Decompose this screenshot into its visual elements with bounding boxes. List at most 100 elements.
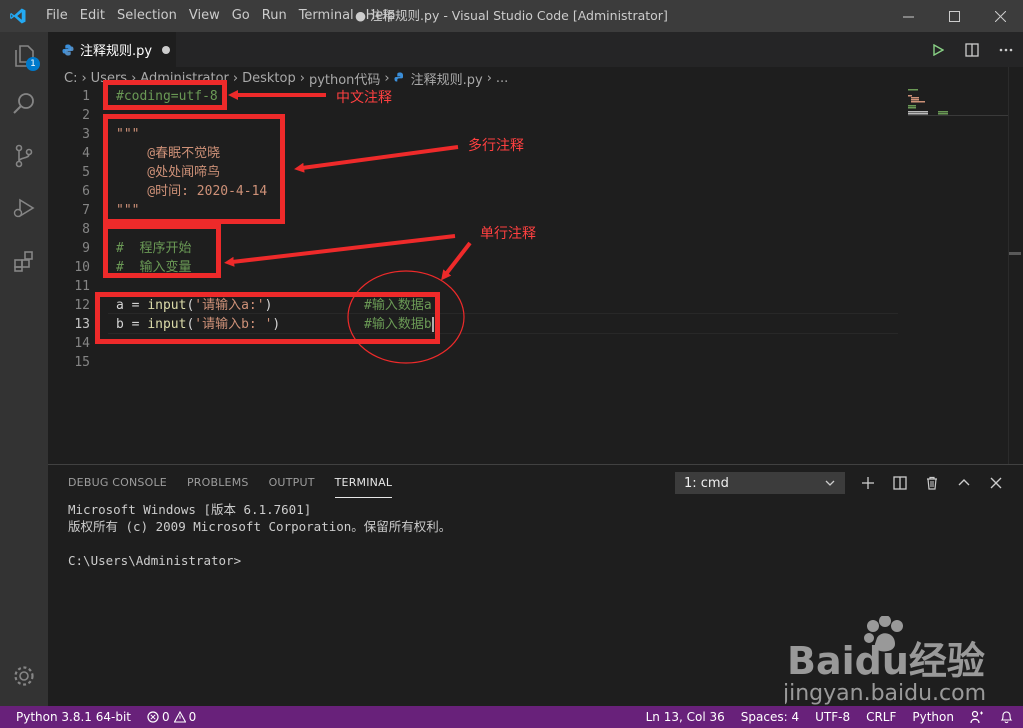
status-right: Ln 13, Col 36 Spaces: 4 UTF-8 CRLF Pytho… [638,706,1023,728]
feedback-button[interactable] [962,710,992,724]
search-button[interactable] [0,80,48,128]
menu-go[interactable]: Go [226,0,256,32]
run-python-button[interactable] [921,32,955,67]
terminal-output[interactable]: Microsoft Windows [版本 6.1.7601] 版权所有 (c) … [68,501,451,569]
feedback-person-icon [970,710,983,724]
notifications-button[interactable] [992,710,1023,724]
vscode-logo-icon [10,8,26,24]
menu-run[interactable]: Run [256,0,293,32]
split-editor-icon [965,42,979,57]
terminal-prompt: C:\Users\Administrator> [68,553,242,568]
kill-terminal-button[interactable] [916,471,948,495]
close-button[interactable] [977,0,1023,32]
menu-terminal[interactable]: Terminal [293,0,360,32]
extensions-button[interactable] [0,238,48,286]
breadcrumb-item[interactable]: ... [496,71,508,86]
tab-bar: 注释规则.py [48,32,1023,67]
line-number: 13 [74,317,90,332]
tab-problems[interactable]: PROBLEMS [187,473,249,497]
source-control-button[interactable] [0,132,48,180]
python-file-icon [62,44,74,55]
bell-icon [1000,711,1013,724]
explorer-button[interactable]: 1 [0,32,48,80]
line-number: 8 [82,222,90,237]
line-number: 14 [74,336,90,351]
manage-button[interactable] [0,652,48,700]
line-number: 3 [82,127,90,142]
line-number: 12 [74,298,90,313]
split-terminal-icon [893,476,907,490]
minimap[interactable] [908,87,1008,127]
run-debug-button[interactable] [0,184,48,232]
breadcrumb-item[interactable]: 注释规则.py [411,69,483,88]
breadcrumb-item[interactable]: Desktop [242,71,296,86]
chevron-down-icon [825,480,835,486]
run-debug-icon [13,198,35,218]
source-control-icon [15,144,33,168]
editor-scrollbar[interactable] [1008,67,1023,464]
indentation[interactable]: Spaces: 4 [733,710,807,724]
chevron-right-icon: › [299,70,305,86]
menu-help[interactable]: Help [360,0,402,32]
gear-icon [14,666,34,686]
line-number: 5 [82,165,90,180]
new-terminal-button[interactable] [852,471,884,495]
problems-summary[interactable]: 0 0 [139,710,204,724]
maximize-button[interactable] [931,0,977,32]
line-number: 1 [82,89,90,104]
cursor-position[interactable]: Ln 13, Col 36 [638,710,733,724]
terminal-line: Microsoft Windows [版本 6.1.7601] [68,502,312,517]
tab-terminal[interactable]: TERMINAL [334,473,393,498]
extensions-icon [14,251,33,272]
chevron-right-icon: › [384,70,390,86]
watermark-brand: Baidu经验 [787,639,985,683]
annotation-box [103,114,285,224]
panel-tabs: DEBUG CONSOLE PROBLEMS OUTPUT TERMINAL [68,473,412,498]
line-number: 10 [74,260,90,275]
close-panel-button[interactable] [980,471,1012,495]
terminal-line: 版权所有 (c) 2009 Microsoft Corporation。保留所有… [68,519,452,534]
maximize-panel-button[interactable] [948,471,980,495]
breadcrumb-item[interactable]: C: [64,71,77,86]
python-interpreter[interactable]: Python 3.8.1 64-bit [0,710,139,724]
minimize-button[interactable] [885,0,931,32]
editor-actions [921,32,1023,67]
line-number: 11 [74,279,90,294]
plus-icon [862,477,874,489]
split-editor-button[interactable] [955,32,989,67]
end-of-line[interactable]: CRLF [858,710,904,724]
play-icon [933,43,944,56]
more-actions-button[interactable] [989,32,1023,67]
chevron-up-icon [958,479,970,486]
terminal-select[interactable]: 1: cmd [675,472,845,494]
annotation-label: 多行注释 [468,138,524,154]
annotation-box [103,80,227,110]
tab-output[interactable]: OUTPUT [269,473,315,497]
menu-view[interactable]: View [183,0,226,32]
close-icon [990,477,1002,489]
encoding[interactable]: UTF-8 [807,710,858,724]
panel-actions [852,471,1012,495]
breadcrumb-item[interactable]: python代码 [309,69,380,88]
menu-bar: File Edit Selection View Go Run Terminal… [40,0,401,32]
search-icon [13,93,34,114]
tab-debug-console[interactable]: DEBUG CONSOLE [68,473,167,497]
python-file-icon [394,72,403,82]
annotation-box [95,292,440,344]
line-number: 7 [82,203,90,218]
tab-active-file[interactable]: 注释规则.py [48,32,176,67]
code-line: 15 [48,353,908,372]
line-number: 9 [82,241,90,256]
line-number: 4 [82,146,90,161]
unsaved-dot-icon[interactable] [162,45,171,54]
language-mode[interactable]: Python [904,710,962,724]
split-terminal-button[interactable] [884,471,916,495]
menu-edit[interactable]: Edit [74,0,111,32]
chevron-right-icon: › [81,70,87,86]
annotation-label: 单行注释 [480,226,536,242]
menu-file[interactable]: File [40,0,74,32]
warning-icon [173,711,186,723]
menu-selection[interactable]: Selection [111,0,183,32]
status-bar: Python 3.8.1 64-bit 0 0 Ln 13, Col 36 Sp… [0,706,1023,728]
